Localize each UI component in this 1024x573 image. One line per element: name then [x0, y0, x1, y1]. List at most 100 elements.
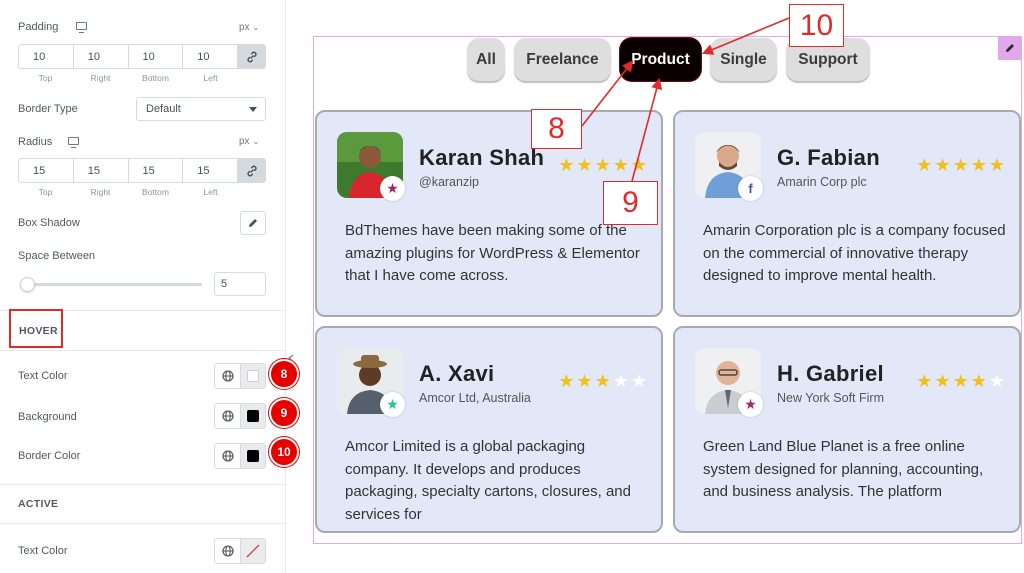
testimonial-text: Green Land Blue Planet is a free online … — [703, 438, 984, 500]
reviewer-company: @karanzip — [419, 175, 479, 189]
padding-right-label: Right — [90, 73, 111, 83]
space-between-slider-track[interactable] — [24, 283, 202, 286]
active-text-color-control — [214, 538, 266, 564]
step-badge-9: 9 — [269, 398, 299, 428]
radius-left-label: Left — [203, 187, 218, 197]
space-between-slider-handle[interactable] — [20, 277, 35, 292]
hover-text-color-control — [214, 363, 266, 389]
padding-left-input[interactable]: 10 — [183, 45, 238, 68]
star-icon: ★ — [934, 371, 951, 391]
star-icon: ★ — [970, 155, 987, 175]
tab-product[interactable]: Product — [620, 38, 701, 81]
testimonial-text: Amcor Limited is a global packaging comp… — [345, 438, 631, 523]
link-values-icon[interactable] — [238, 159, 265, 182]
reviewer-company: New York Soft Firm — [777, 391, 884, 405]
annotation-8: 8 — [531, 109, 582, 149]
star-icon: ★ — [380, 176, 405, 201]
radius-unit-select[interactable]: px ⌄ — [239, 136, 259, 147]
star-icon: ★ — [576, 155, 593, 175]
hover-text-color-swatch[interactable] — [241, 364, 265, 388]
tab-single[interactable]: Single — [710, 38, 777, 81]
radius-inputs: 15 15 15 15 — [18, 158, 266, 183]
star-icon: ★ — [612, 155, 629, 175]
active-text-color-label: Text Color — [18, 545, 68, 557]
radius-top-label: Top — [38, 187, 53, 197]
star-icon: ★ — [594, 155, 611, 175]
hover-text-color-label: Text Color — [18, 370, 68, 382]
global-icon[interactable] — [215, 539, 241, 563]
tab-all[interactable]: All — [467, 38, 505, 81]
link-values-icon[interactable] — [238, 45, 265, 68]
pencil-icon — [1006, 44, 1014, 52]
hover-background-swatch[interactable] — [241, 404, 265, 428]
star-icon: ★ — [952, 155, 969, 175]
radius-right-label: Right — [90, 187, 111, 197]
padding-inputs: 10 10 10 10 — [18, 44, 266, 69]
padding-label: Padding — [18, 21, 59, 33]
padding-unit-select[interactable]: px ⌄ — [239, 22, 259, 33]
reviewer-company: Amcor Ltd, Australia — [419, 391, 531, 405]
testimonial-card: ★ A. Xavi Amcor Ltd, Australia ★ ★ ★ ★ ★ Amc… — [315, 326, 663, 533]
global-icon[interactable] — [215, 444, 241, 468]
active-text-color-swatch-empty[interactable] — [241, 539, 265, 563]
hover-heading-highlight: HOVER — [9, 309, 63, 348]
chevron-down-icon — [249, 107, 257, 112]
radius-left-input[interactable]: 15 — [183, 159, 238, 182]
hover-border-color-swatch[interactable] — [241, 444, 265, 468]
reviewer-name: H. Gabriel — [777, 361, 884, 386]
star-icon: ★ — [988, 155, 1005, 175]
hover-border-color-label: Border Color — [18, 450, 81, 462]
rating-stars: ★ ★ ★ ★ ★ — [558, 156, 647, 174]
star-icon: ★ — [916, 371, 933, 391]
star-icon: ★ — [630, 155, 647, 175]
rating-stars: ★ ★ ★ ★ ★ — [558, 372, 647, 390]
padding-right-input[interactable]: 10 — [74, 45, 129, 68]
box-shadow-edit-button[interactable] — [240, 211, 266, 235]
star-icon: ★ — [952, 371, 969, 391]
space-between-label: Space Between — [18, 250, 96, 262]
panel-collapse-handle[interactable] — [286, 347, 296, 369]
hover-border-color-control — [214, 443, 266, 469]
active-heading: ACTIVE — [18, 498, 59, 510]
padding-left-label: Left — [203, 73, 218, 83]
hover-background-control — [214, 403, 266, 429]
reviewer-name: G. Fabian — [777, 145, 880, 170]
radius-bottom-input[interactable]: 15 — [129, 159, 184, 182]
no-color-icon — [246, 544, 260, 558]
facebook-icon: f — [738, 176, 763, 201]
testimonial-card: ★ H. Gabriel New York Soft Firm ★ ★ ★ ★ ★ Gr… — [673, 326, 1021, 533]
annotation-9: 9 — [603, 181, 658, 225]
testimonial-text: BdThemes have been making some of the am… — [345, 222, 640, 284]
responsive-desktop-icon[interactable] — [68, 137, 79, 148]
star-icon: ★ — [970, 371, 987, 391]
step-badge-10: 10 — [269, 437, 299, 467]
tab-freelance[interactable]: Freelance — [514, 38, 611, 81]
border-type-select[interactable]: Default — [136, 97, 266, 121]
reviewer-company: Amarin Corp plc — [777, 175, 867, 189]
star-icon: ★ — [576, 371, 593, 391]
reviewer-name: A. Xavi — [419, 361, 495, 386]
star-icon: ★ — [558, 155, 575, 175]
space-between-input[interactable]: 5 — [214, 272, 266, 296]
box-shadow-label: Box Shadow — [18, 217, 80, 229]
padding-top-label: Top — [38, 73, 53, 83]
padding-bottom-input[interactable]: 10 — [129, 45, 184, 68]
radius-top-input[interactable]: 15 — [19, 159, 74, 182]
rating-stars: ★ ★ ★ ★ ★ — [916, 156, 1005, 174]
radius-label: Radius — [18, 136, 53, 148]
star-icon: ★ — [988, 371, 1005, 391]
style-panel: Padding px ⌄ 10 10 10 10 Top Right Bottom… — [0, 0, 299, 573]
global-icon[interactable] — [215, 364, 241, 388]
reviewer-name: Karan Shah — [419, 145, 545, 170]
responsive-desktop-icon[interactable] — [76, 22, 87, 33]
hover-heading: HOVER — [19, 325, 58, 337]
radius-bottom-label: Bottom — [142, 187, 169, 197]
global-icon[interactable] — [215, 404, 241, 428]
rating-stars: ★ ★ ★ ★ ★ — [916, 372, 1005, 390]
star-icon: ★ — [594, 371, 611, 391]
padding-top-input[interactable]: 10 — [19, 45, 74, 68]
radius-right-input[interactable]: 15 — [74, 159, 129, 182]
star-icon: ★ — [612, 371, 629, 391]
edit-widget-button[interactable] — [998, 36, 1022, 60]
testimonial-card: f G. Fabian Amarin Corp plc ★ ★ ★ ★ ★ Amarin… — [673, 110, 1021, 317]
